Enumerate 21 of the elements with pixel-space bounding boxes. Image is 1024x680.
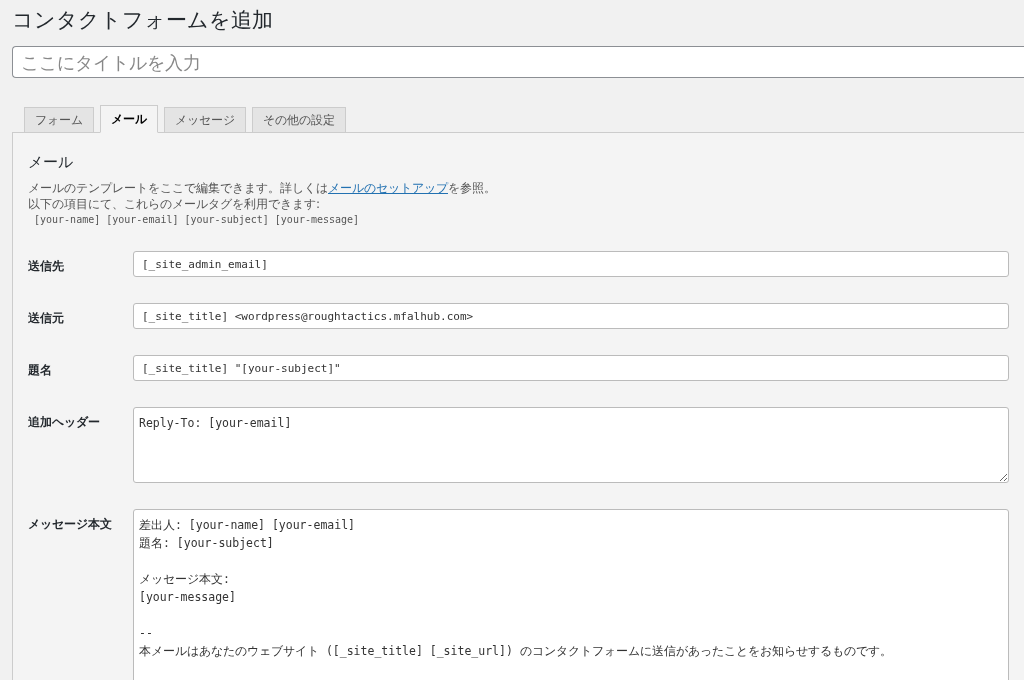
setup-link[interactable]: メールのセットアップ <box>328 181 448 195</box>
section-heading: メール <box>28 153 74 172</box>
title-field[interactable]: ここにタイトルを入力 <box>12 46 1024 78</box>
field-label: 送信先 <box>28 258 65 275</box>
field-label: 題名 <box>28 362 53 379</box>
page-title: コンタクトフォームを追加 <box>12 7 274 34</box>
tags-intro-text: 以下の項目にて、これらのメールタグを利用できます: <box>28 196 322 212</box>
tab[interactable]: メール <box>100 105 158 133</box>
field-label: 追加ヘッダー <box>28 414 101 431</box>
text-area[interactable]: 差出人: [your-name] [your-email] 題名: [your-subject] メッセージ本文: [your-message] -- 本メールはあなたのウェブサイト ([_site_title] [_site_url]) のコンタクトフォームに送信があったことをお知らせするものです。 <box>133 509 1009 680</box>
mail-tags-text: [your-name] [your-email] [your-subject] [your-message] <box>34 214 361 225</box>
text-field[interactable]: [_site_title] <wordpress@roughtactics.mfalhub.com> <box>133 303 1009 329</box>
tab[interactable]: メッセージ <box>164 107 246 133</box>
tab[interactable]: その他の設定 <box>252 107 346 133</box>
field-label: メッセージ本文 <box>28 516 113 533</box>
description-text: メールのテンプレートをここで編集できます。詳しくはメールのセットアップを参照。 <box>28 180 497 196</box>
text-area[interactable]: Reply-To: [your-email] <box>133 407 1009 483</box>
text-field[interactable]: [_site_title] "[your-subject]" <box>133 355 1009 381</box>
text-field[interactable]: [_site_admin_email] <box>133 251 1009 277</box>
tab[interactable]: フォーム <box>24 107 94 133</box>
field-label: 送信元 <box>28 310 65 327</box>
